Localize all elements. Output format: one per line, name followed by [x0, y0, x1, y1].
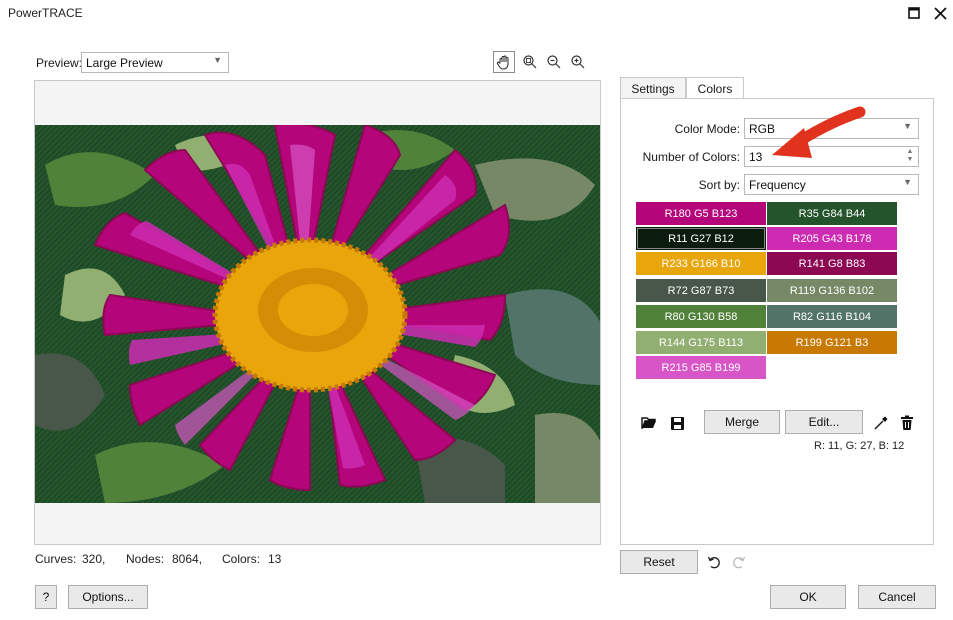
eyedropper-icon[interactable]	[870, 412, 892, 434]
powertrace-dialog: PowerTRACE Preview: Large Preview ▼ Curv…	[0, 0, 953, 620]
color-mode-label: Color Mode:	[674, 122, 740, 136]
maximize-icon[interactable]	[904, 3, 924, 23]
curves-label: Curves:	[35, 552, 77, 566]
trash-icon[interactable]	[896, 412, 918, 434]
number-of-colors-label: Number of Colors:	[642, 150, 740, 164]
save-icon[interactable]	[666, 412, 688, 434]
sort-by-select[interactable]: Frequency ▼	[744, 174, 919, 195]
title-bar: PowerTRACE	[0, 0, 953, 26]
color-swatch[interactable]: R144 G175 B113	[636, 331, 766, 354]
preview-mode-select[interactable]: Large Preview ▼	[81, 52, 229, 73]
color-swatch[interactable]: R233 G166 B10	[636, 252, 766, 275]
merge-button[interactable]: Merge	[704, 410, 780, 434]
color-swatch[interactable]: R82 G116 B104	[767, 305, 897, 328]
zoom-fit-icon[interactable]	[519, 51, 541, 73]
nodes-value: 8064,	[172, 552, 203, 566]
help-button[interactable]: ?	[35, 585, 57, 609]
chevron-down-icon: ▼	[213, 55, 222, 65]
chevron-down-icon: ▼	[903, 121, 912, 131]
reset-button[interactable]: Reset	[620, 550, 698, 574]
color-swatch[interactable]: R205 G43 B178	[767, 227, 897, 250]
colors-label: Colors:	[222, 552, 261, 566]
ok-button[interactable]: OK	[770, 585, 846, 609]
color-swatch-selected[interactable]: R11 G27 B12	[636, 227, 766, 250]
open-folder-icon[interactable]	[638, 412, 660, 434]
edit-button[interactable]: Edit...	[785, 410, 863, 434]
color-swatch[interactable]: R180 G5 B123	[636, 202, 766, 225]
window-title: PowerTRACE	[8, 6, 83, 20]
preview-label: Preview:	[36, 56, 83, 70]
spinner-arrows-icon[interactable]: ▲ ▼	[904, 148, 916, 165]
tab-colors[interactable]: Colors	[686, 77, 744, 100]
zoom-in-icon[interactable]	[567, 51, 589, 73]
redo-icon[interactable]	[728, 551, 750, 573]
annotation-arrow-icon	[772, 106, 866, 158]
preview-mode-value: Large Preview	[86, 56, 163, 70]
color-swatch[interactable]: R35 G84 B44	[767, 202, 897, 225]
picked-color-readout: R: 11, G: 27, B: 12	[814, 440, 905, 452]
color-swatch[interactable]: R72 G87 B73	[636, 279, 766, 302]
nodes-label: Nodes:	[126, 552, 165, 566]
sort-by-value: Frequency	[749, 178, 806, 192]
color-swatch[interactable]: R199 G121 B3	[767, 331, 897, 354]
curves-value: 320,	[82, 552, 106, 566]
color-swatch[interactable]: R80 G130 B58	[636, 305, 766, 328]
pan-hand-icon[interactable]	[493, 51, 515, 73]
close-icon[interactable]	[930, 3, 950, 23]
color-swatch[interactable]: R141 G8 B83	[767, 252, 897, 275]
options-button[interactable]: Options...	[68, 585, 148, 609]
traced-flower-image	[35, 125, 600, 503]
undo-icon[interactable]	[703, 551, 725, 573]
preview-canvas[interactable]	[34, 80, 601, 545]
tab-settings[interactable]: Settings	[620, 77, 686, 99]
zoom-out-icon[interactable]	[543, 51, 565, 73]
color-swatch[interactable]: R119 G136 B102	[767, 279, 897, 302]
sort-by-label: Sort by:	[698, 178, 740, 192]
chevron-down-icon: ▼	[903, 177, 912, 187]
cancel-button[interactable]: Cancel	[858, 585, 936, 609]
colors-value: 13	[268, 552, 282, 566]
color-swatch[interactable]: R215 G85 B199	[636, 356, 766, 379]
